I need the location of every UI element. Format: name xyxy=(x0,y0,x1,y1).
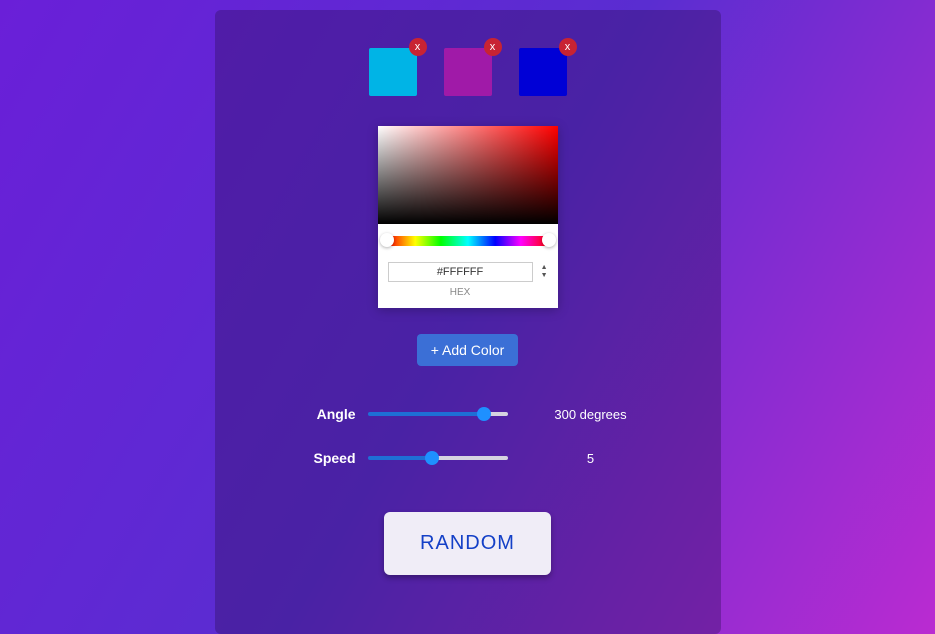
slider-thumb-icon[interactable] xyxy=(425,451,439,465)
gradient-config-panel: x x x HEX ▲▼ xyxy=(215,10,721,634)
angle-slider[interactable] xyxy=(368,412,508,416)
hex-input[interactable] xyxy=(388,262,533,282)
saturation-area[interactable] xyxy=(378,126,558,224)
hex-label: HEX xyxy=(450,287,471,298)
speed-label: Speed xyxy=(298,450,356,466)
hue-pointer-icon[interactable] xyxy=(380,233,394,247)
hue-slider[interactable] xyxy=(388,236,548,246)
swatch-row: x x x xyxy=(369,48,567,96)
speed-value: 5 xyxy=(544,451,638,466)
color-swatch[interactable]: x xyxy=(369,48,417,96)
angle-value: 300 degrees xyxy=(544,407,638,422)
color-swatch[interactable]: x xyxy=(444,48,492,96)
slider-group: Angle 300 degrees Speed 5 xyxy=(245,406,691,466)
color-swatch[interactable]: x xyxy=(519,48,567,96)
speed-row: Speed 5 xyxy=(298,450,638,466)
random-button[interactable]: RANDOM xyxy=(384,512,551,575)
add-color-button[interactable]: + Add Color xyxy=(417,334,519,366)
angle-label: Angle xyxy=(298,406,356,422)
angle-row: Angle 300 degrees xyxy=(298,406,638,422)
close-icon[interactable]: x xyxy=(559,38,577,56)
close-icon[interactable]: x xyxy=(484,38,502,56)
slider-thumb-icon[interactable] xyxy=(477,407,491,421)
mode-toggle-icon[interactable]: ▲▼ xyxy=(541,262,548,279)
alpha-pointer-icon[interactable] xyxy=(542,233,556,247)
color-picker: HEX ▲▼ xyxy=(378,126,558,308)
speed-slider[interactable] xyxy=(368,456,508,460)
close-icon[interactable]: x xyxy=(409,38,427,56)
